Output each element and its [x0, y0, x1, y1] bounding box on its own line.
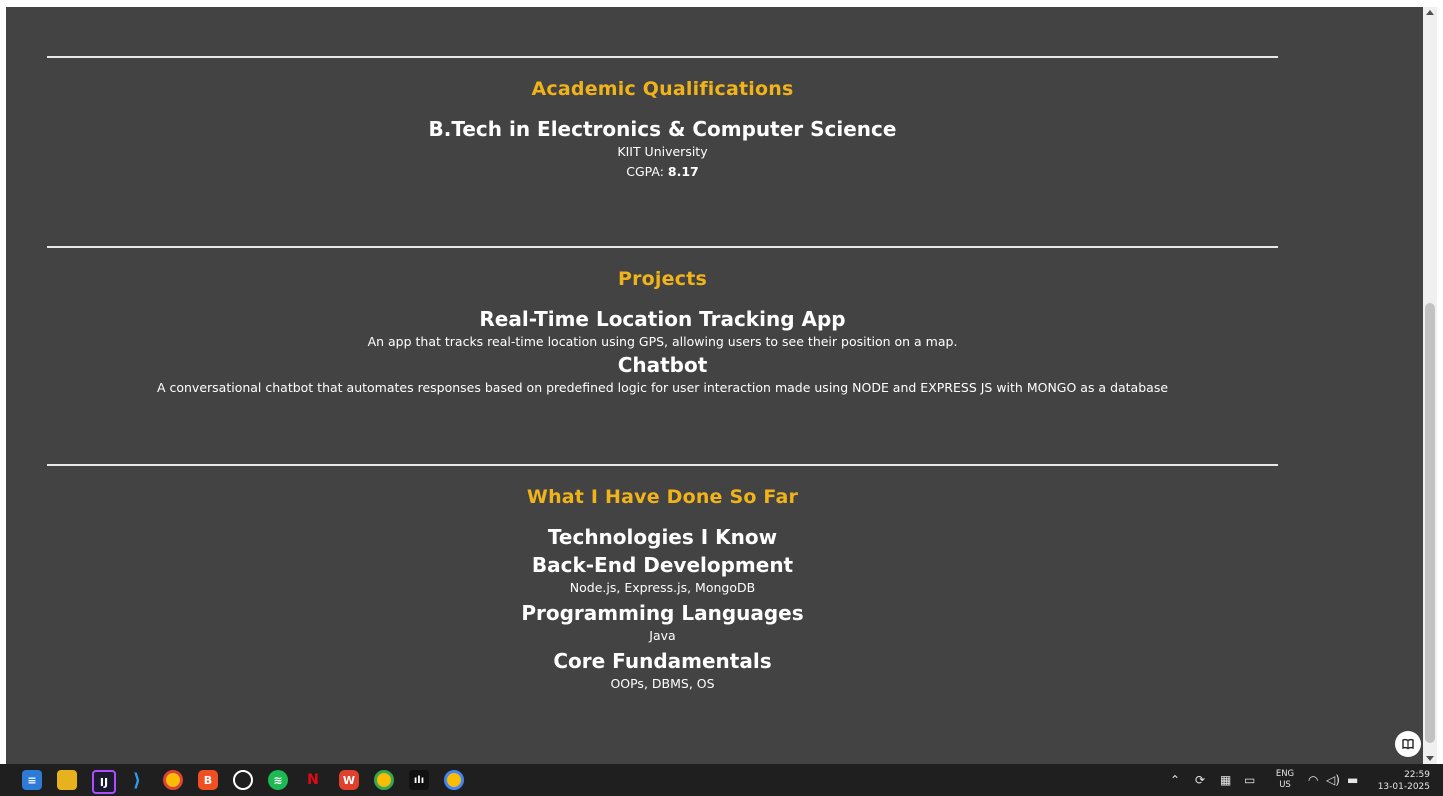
book-icon	[1402, 738, 1414, 750]
skill-group-title: Core Fundamentals	[553, 649, 772, 673]
tray-sync-icon[interactable]: ⟳	[1195, 764, 1205, 796]
netflix-icon[interactable]: N	[303, 770, 323, 790]
clock-time: 22:59	[1404, 770, 1430, 780]
chrome-profile-icon[interactable]	[374, 770, 394, 790]
portfolio-page: Academic Qualifications B.Tech in Electr…	[6, 7, 1423, 764]
scroll-thumb[interactable]	[1425, 303, 1435, 743]
browser-viewport: Academic Qualifications B.Tech in Electr…	[0, 0, 1443, 764]
intellij-icon[interactable]: IJ	[92, 770, 116, 794]
reading-mode-button[interactable]	[1395, 731, 1421, 757]
cgpa-line: CGPA: 8.17	[47, 162, 1278, 182]
project-title: Real-Time Location Tracking App	[479, 307, 846, 331]
university-name: KIIT University	[617, 144, 708, 159]
spotify-icon[interactable]: ≋	[268, 770, 288, 790]
windows-taskbar: ≡ IJ ⟩ B ≋ N W ılı ⌃ ⟳ ▦ ▭ ENG US ◠ ◁) ▬…	[0, 764, 1443, 796]
tray-display-icon[interactable]: ▭	[1244, 764, 1255, 796]
projects-heading: Projects	[617, 268, 707, 290]
skills-heading: What I Have Done So Far	[526, 486, 799, 508]
skill-group-items: Node.js, Express.js, MongoDB	[569, 580, 756, 595]
scroll-up-icon[interactable]	[1426, 10, 1434, 15]
audio-visualizer-icon[interactable]: ılı	[409, 770, 429, 790]
vertical-scrollbar[interactable]	[1423, 7, 1437, 764]
degree-title: B.Tech in Electronics & Computer Science	[428, 117, 897, 141]
notepad-icon[interactable]: ≡	[22, 770, 42, 790]
wps-office-icon[interactable]: W	[339, 770, 359, 790]
skill-group-title: Programming Languages	[521, 601, 804, 625]
academic-heading: Academic Qualifications	[531, 78, 794, 100]
section-divider	[47, 464, 1278, 466]
skill-group-title: Back-End Development	[531, 553, 794, 577]
technologies-subheading: Technologies I Know	[547, 525, 778, 549]
section-divider	[47, 246, 1278, 248]
project-description: A conversational chatbot that automates …	[156, 380, 1169, 395]
skill-group-items: Java	[649, 628, 676, 643]
scroll-down-icon[interactable]	[1426, 756, 1434, 761]
cgpa-label: CGPA:	[626, 164, 668, 179]
projects-section: Projects Real-Time Location Tracking App…	[47, 246, 1278, 398]
region-code: US	[1279, 780, 1291, 790]
vscode-icon[interactable]: ⟩	[127, 770, 147, 791]
section-divider	[47, 56, 1278, 58]
project-title: Chatbot	[617, 353, 708, 377]
wifi-icon[interactable]: ◠	[1308, 764, 1318, 796]
volume-icon[interactable]: ◁)	[1326, 764, 1340, 796]
project-description: An app that tracks real-time location us…	[367, 334, 958, 349]
brave-icon[interactable]: B	[198, 770, 218, 790]
battery-icon[interactable]: ▬	[1347, 764, 1358, 796]
chrome-icon[interactable]	[163, 770, 183, 790]
language-indicator[interactable]: ENG US	[1271, 769, 1299, 791]
whatsapp-icon[interactable]	[233, 770, 253, 790]
skills-section: What I Have Done So Far Technologies I K…	[47, 464, 1278, 694]
tray-keyboard-icon[interactable]: ▦	[1220, 764, 1231, 796]
language-code: ENG	[1275, 769, 1295, 779]
file-explorer-icon[interactable]	[57, 770, 77, 790]
tray-chevron-up-icon[interactable]: ⌃	[1170, 764, 1180, 796]
chrome-profile-2-icon[interactable]	[444, 770, 464, 790]
skill-group-items: OOPs, DBMS, OS	[610, 676, 715, 691]
academic-section: Academic Qualifications B.Tech in Electr…	[47, 56, 1278, 182]
clock-date: 13-01-2025	[1377, 782, 1430, 792]
system-clock[interactable]: 22:59 13-01-2025	[1366, 769, 1430, 793]
cgpa-value: 8.17	[667, 164, 699, 179]
